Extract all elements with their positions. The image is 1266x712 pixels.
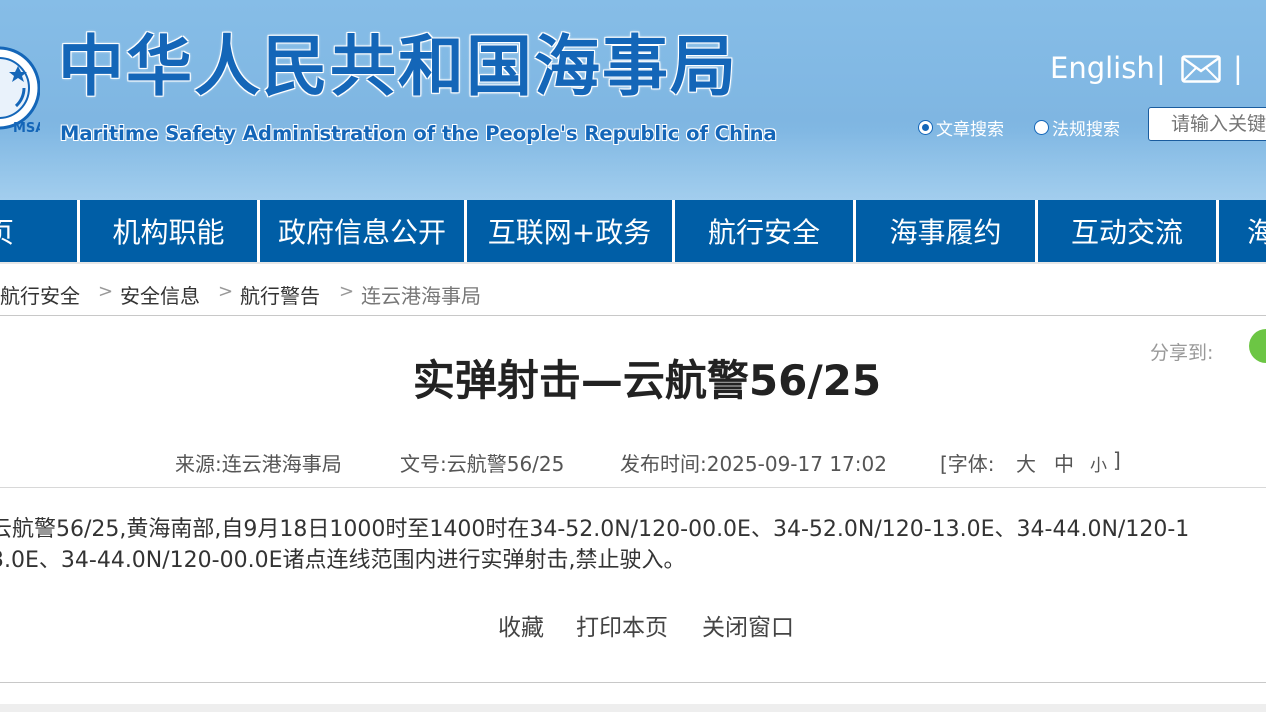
nav-item-internet-gov[interactable]: 互联网+政务 bbox=[467, 200, 672, 262]
nav-label: 政府信息公开 bbox=[277, 216, 446, 249]
breadcrumb-separator: > bbox=[339, 281, 355, 302]
nav-item-functions[interactable]: 机构职能 bbox=[80, 200, 257, 262]
footer-strip bbox=[0, 704, 1266, 712]
wechat-share-icon[interactable] bbox=[1249, 329, 1266, 363]
article-source: 来源:连云港海事局 bbox=[175, 452, 342, 476]
nav-item-compliance[interactable]: 海事履约 bbox=[856, 200, 1035, 262]
font-size-label: [字体: bbox=[940, 452, 995, 476]
nav-item-home[interactable]: 页 bbox=[0, 200, 77, 262]
english-link[interactable]: English bbox=[1050, 54, 1155, 83]
logo-text: MSA bbox=[13, 121, 40, 136]
font-size-close: ] bbox=[1113, 448, 1121, 472]
print-button[interactable]: 打印本页 bbox=[576, 608, 668, 642]
nav-item-gov-info[interactable]: 政府信息公开 bbox=[260, 200, 464, 262]
article-paragraph-line: 3.0E、34-44.0N/120-00.0E诸点连线范围内进行实弹射击,禁止驶… bbox=[0, 548, 686, 573]
article-doc-number: 文号:云航警56/25 bbox=[400, 452, 565, 476]
site-header: MSA 中华人民共和国海事局 Maritime Safety Administr… bbox=[0, 0, 1266, 200]
nav-divider bbox=[0, 262, 1266, 264]
close-window-button[interactable]: 关闭窗口 bbox=[702, 608, 794, 642]
site-subtitle: Maritime Safety Administration of the Pe… bbox=[60, 122, 777, 145]
article-title: 实弹射击—云航警56/25 bbox=[412, 356, 882, 405]
nav-label: 航行安全 bbox=[707, 216, 820, 249]
nav-label: 互动交流 bbox=[1070, 216, 1183, 249]
breadcrumb-item[interactable]: 安全信息 bbox=[120, 280, 200, 309]
article-paragraph-line: 云航警56/25,黄海南部,自9月18日1000时至1400时在34-52.0N… bbox=[0, 517, 1190, 542]
msa-logo-icon[interactable]: MSA bbox=[0, 22, 40, 154]
breadcrumb-item[interactable]: 航行警告 bbox=[240, 280, 320, 309]
nav-item-more[interactable]: 海 bbox=[1219, 200, 1266, 262]
favorite-button[interactable]: 收藏 bbox=[498, 608, 544, 642]
search-option-law[interactable]: 法规搜索 bbox=[1034, 115, 1120, 140]
main-nav: 页 机构职能 政府信息公开 互联网+政务 航行安全 海事履约 互动交流 海 bbox=[0, 200, 1266, 262]
font-size-medium[interactable]: 中 bbox=[1054, 448, 1074, 477]
nav-label: 互联网+政务 bbox=[487, 216, 652, 249]
nav-label: 海 bbox=[1247, 216, 1266, 249]
search-option-label: 法规搜索 bbox=[1052, 120, 1120, 140]
bottom-divider bbox=[0, 682, 1266, 683]
search-input[interactable] bbox=[1148, 107, 1266, 141]
article-publish-time: 发布时间:2025-09-17 17:02 bbox=[620, 452, 887, 476]
font-size-large[interactable]: 大 bbox=[1016, 448, 1036, 477]
breadcrumb-separator: > bbox=[98, 281, 114, 302]
nav-item-navigation-safety[interactable]: 航行安全 bbox=[675, 200, 853, 262]
mail-icon[interactable] bbox=[1181, 55, 1221, 83]
site-title: 中华人民共和国海事局 bbox=[58, 28, 738, 105]
breadcrumb-divider bbox=[0, 315, 1266, 316]
search-option-label: 文章搜索 bbox=[936, 120, 1004, 140]
breadcrumb-item[interactable]: 航行安全 bbox=[0, 280, 80, 309]
nav-item-interaction[interactable]: 互动交流 bbox=[1038, 200, 1216, 262]
meta-divider bbox=[0, 487, 1266, 488]
search-option-article[interactable]: 文章搜索 bbox=[918, 115, 1004, 140]
nav-label: 页 bbox=[0, 216, 15, 249]
article-body: 云航警56/25,黄海南部,自9月18日1000时至1400时在34-52.0N… bbox=[0, 514, 1266, 576]
font-size-small[interactable]: 小 bbox=[1090, 451, 1107, 476]
radio-unselected-icon[interactable] bbox=[1034, 120, 1049, 135]
radio-selected-icon[interactable] bbox=[918, 120, 933, 135]
header-separator: | bbox=[1233, 51, 1243, 85]
nav-label: 机构职能 bbox=[112, 216, 225, 249]
breadcrumb-separator: > bbox=[218, 281, 234, 302]
breadcrumb-item[interactable]: 连云港海事局 bbox=[361, 280, 481, 309]
nav-label: 海事履约 bbox=[889, 216, 1002, 249]
header-separator: | bbox=[1156, 51, 1166, 85]
